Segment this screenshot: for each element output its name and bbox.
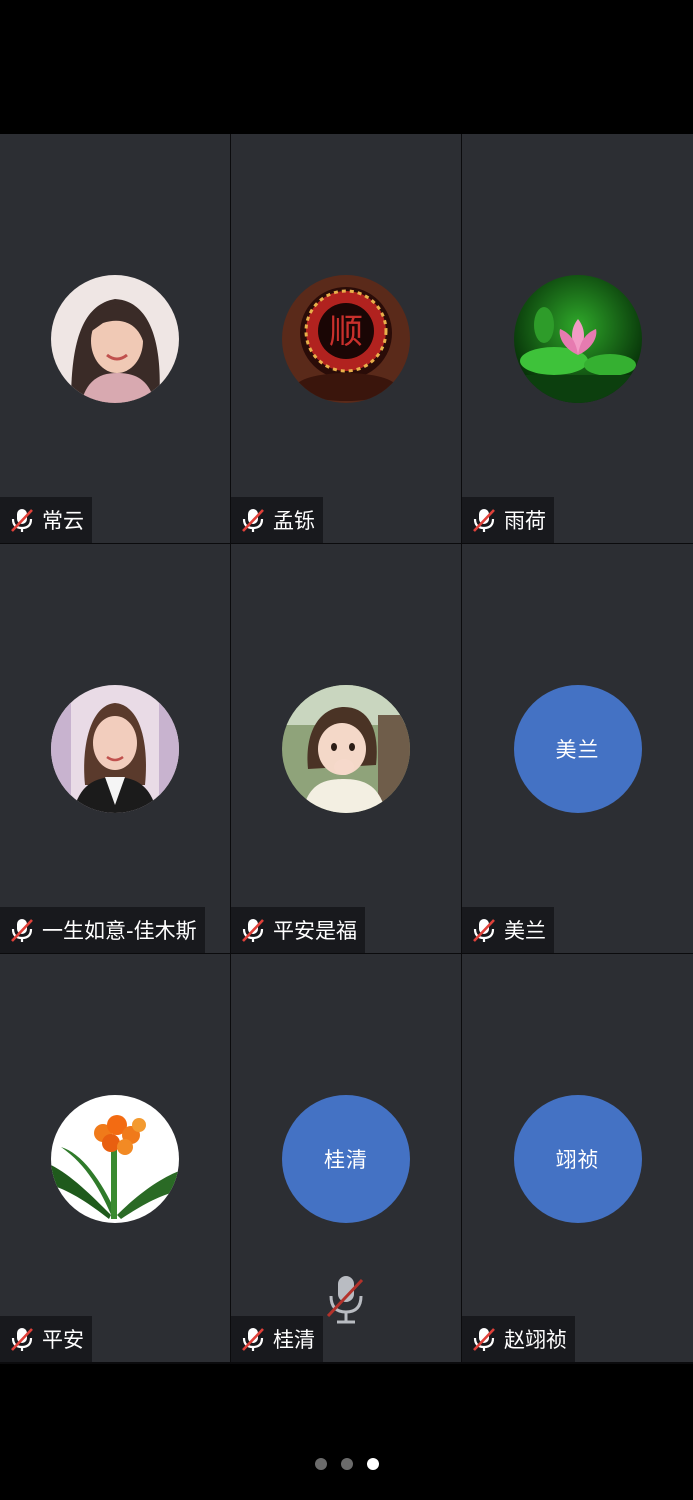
participant-tile[interactable]: 顺 孟铄: [231, 134, 461, 543]
participant-tile[interactable]: 翊祯 赵翊祯: [462, 954, 693, 1362]
avatar-photo-woman: [51, 685, 179, 813]
avatar-photo-woman-smiling: [51, 275, 179, 403]
page-dot[interactable]: [314, 1458, 327, 1470]
page-dot-active[interactable]: [366, 1458, 379, 1470]
name-tag: 美兰: [462, 907, 554, 953]
participant-name: 孟铄: [273, 509, 315, 533]
meeting-screen: 常云 顺 孟铄 雨荷 一生如意-佳木斯 平安是福 美兰 美兰 平安 桂清 桂清 …: [0, 0, 693, 1500]
participant-name: 平安是福: [273, 919, 357, 943]
avatar-red-character-emblem: 顺: [282, 275, 410, 403]
avatar-orange-clivia-flower: [51, 1095, 179, 1223]
participant-grid: 常云 顺 孟铄 雨荷 一生如意-佳木斯 平安是福 美兰 美兰 平安 桂清 桂清 …: [0, 134, 693, 1364]
participant-name: 常云: [42, 509, 84, 533]
participant-name: 平安: [42, 1328, 84, 1352]
mic-muted-icon: [242, 1328, 264, 1351]
mic-muted-icon: [473, 509, 495, 532]
name-tag: 常云: [0, 497, 92, 543]
name-tag: 孟铄: [231, 497, 323, 543]
avatar-initials: 翊祯: [513, 1095, 642, 1223]
participant-name: 雨荷: [504, 509, 546, 533]
participant-name: 美兰: [504, 919, 546, 943]
name-tag: 赵翊祯: [462, 1316, 575, 1362]
mic-muted-icon: [473, 919, 495, 942]
participant-tile[interactable]: 桂清 桂清: [231, 954, 461, 1362]
mic-muted-icon: [473, 1328, 495, 1351]
page-dot[interactable]: [340, 1458, 353, 1470]
svg-text:顺: 顺: [329, 312, 363, 352]
page-indicator[interactable]: [0, 1458, 693, 1470]
mic-muted-icon: [242, 919, 264, 942]
mic-muted-large-icon: [326, 1276, 364, 1324]
participant-name: 桂清: [273, 1328, 315, 1352]
mic-muted-icon: [242, 509, 264, 532]
name-tag: 一生如意-佳木斯: [0, 907, 205, 953]
mic-muted-icon: [11, 1328, 33, 1351]
avatar-initials: 桂清: [282, 1095, 410, 1223]
participant-name: 一生如意-佳木斯: [42, 919, 197, 943]
participant-tile[interactable]: 平安: [0, 954, 230, 1362]
participant-tile[interactable]: 一生如意-佳木斯: [0, 544, 230, 953]
name-tag: 桂清: [231, 1316, 323, 1362]
avatar-initials: 美兰: [513, 685, 642, 813]
avatar-photo-child: [282, 685, 410, 813]
participant-tile[interactable]: 雨荷: [462, 134, 693, 543]
avatar-lotus-flower: [513, 275, 642, 403]
name-tag: 平安: [0, 1316, 92, 1362]
mic-muted-icon: [11, 509, 33, 532]
participant-tile[interactable]: 常云: [0, 134, 230, 543]
participant-tile[interactable]: 美兰 美兰: [462, 544, 693, 953]
name-tag: 平安是福: [231, 907, 365, 953]
mic-muted-icon: [11, 919, 33, 942]
participant-tile[interactable]: 平安是福: [231, 544, 461, 953]
participant-name: 赵翊祯: [504, 1328, 567, 1352]
name-tag: 雨荷: [462, 497, 554, 543]
